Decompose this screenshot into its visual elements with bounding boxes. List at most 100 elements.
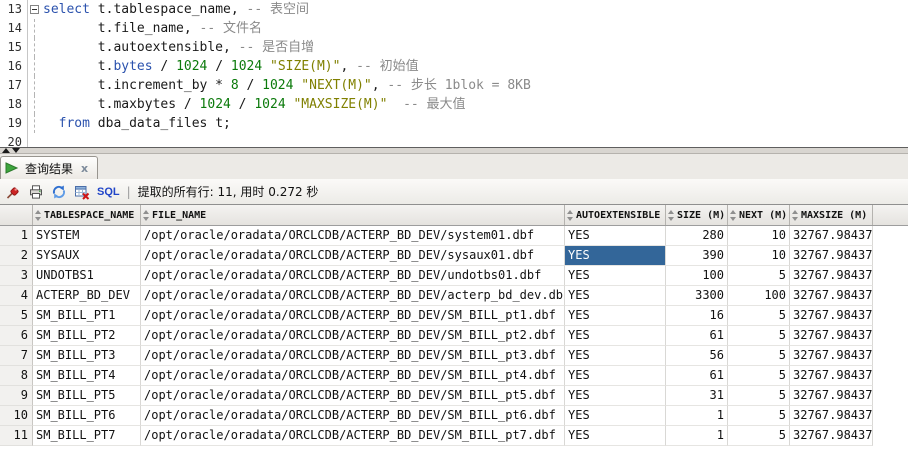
grid-cell[interactable]: 1 [666, 426, 728, 446]
grid-cell[interactable]: 1 [666, 406, 728, 426]
grid-cell[interactable]: /opt/oracle/oradata/ORCLCDB/ACTERP_BD_DE… [141, 226, 565, 246]
column-header[interactable]: TABLESPACE_NAME [33, 205, 141, 225]
grid-cell[interactable]: YES [565, 286, 666, 306]
grid-cell[interactable]: /opt/oracle/oradata/ORCLCDB/ACTERP_BD_DE… [141, 406, 565, 426]
grid-cell[interactable]: 32767.984375 [790, 426, 873, 446]
code-line[interactable]: 13select t.tablespace_name, -- 表空间 [0, 0, 908, 19]
horizontal-splitter[interactable] [0, 147, 908, 154]
grid-cell[interactable]: 56 [666, 346, 728, 366]
grid-cell[interactable]: SM_BILL_PT6 [33, 406, 141, 426]
grid-cell[interactable]: 390 [666, 246, 728, 266]
grid-cell[interactable]: 100 [666, 266, 728, 286]
grid-cell[interactable]: SM_BILL_PT2 [33, 326, 141, 346]
row-number-cell[interactable]: 5 [0, 306, 33, 326]
row-number-cell[interactable]: 11 [0, 426, 33, 446]
grid-cell[interactable]: /opt/oracle/oradata/ORCLCDB/ACTERP_BD_DE… [141, 246, 565, 266]
grid-cell[interactable]: 32767.984375 [790, 246, 873, 266]
grid-cell[interactable]: 100 [728, 286, 790, 306]
grid-cell[interactable]: 32767.984375 [790, 306, 873, 326]
grid-cell[interactable]: YES [565, 266, 666, 286]
grid-cell[interactable]: 5 [728, 386, 790, 406]
grid-cell[interactable]: /opt/oracle/oradata/ORCLCDB/ACTERP_BD_DE… [141, 266, 565, 286]
grid-cell[interactable]: /opt/oracle/oradata/ORCLCDB/ACTERP_BD_DE… [141, 386, 565, 406]
grid-cell[interactable]: 5 [728, 406, 790, 426]
grid-cell[interactable]: 61 [666, 366, 728, 386]
grid-cell[interactable]: 31 [666, 386, 728, 406]
sql-editor[interactable]: 13select t.tablespace_name, -- 表空间14 t.f… [0, 0, 908, 147]
code-line[interactable]: 14 t.file_name, -- 文件名 [0, 19, 908, 38]
row-number-cell[interactable]: 6 [0, 326, 33, 346]
row-number-cell[interactable]: 3 [0, 266, 33, 286]
grid-cell[interactable]: /opt/oracle/oradata/ORCLCDB/ACTERP_BD_DE… [141, 426, 565, 446]
grid-cell[interactable]: 32767.984375 [790, 366, 873, 386]
grid-cell[interactable]: 32767.984375 [790, 386, 873, 406]
grid-cell[interactable]: 5 [728, 306, 790, 326]
grid-cell[interactable]: YES [565, 406, 666, 426]
splitter-collapse-up-icon[interactable] [2, 148, 10, 153]
grid-cell[interactable]: /opt/oracle/oradata/ORCLCDB/ACTERP_BD_DE… [141, 286, 565, 306]
grid-cell[interactable]: YES [565, 226, 666, 246]
grid-cell[interactable]: 280 [666, 226, 728, 246]
code-line[interactable]: 15 t.autoextensible, -- 是否自增 [0, 38, 908, 57]
tab-close-icon[interactable]: x [78, 162, 88, 175]
grid-cell[interactable]: 32767.984375 [790, 226, 873, 246]
grid-cell[interactable]: /opt/oracle/oradata/ORCLCDB/ACTERP_BD_DE… [141, 326, 565, 346]
grid-cell-selected[interactable]: YES [565, 246, 666, 266]
pin-icon[interactable] [5, 184, 21, 200]
print-icon[interactable] [28, 184, 44, 200]
grid-cell[interactable]: ACTERP_BD_DEV [33, 286, 141, 306]
grid-cell[interactable]: YES [565, 326, 666, 346]
grid-cell[interactable]: 10 [728, 226, 790, 246]
column-header[interactable]: SIZE (M) [666, 205, 728, 225]
grid-cell[interactable]: 32767.984375 [790, 286, 873, 306]
grid-cell[interactable]: 5 [728, 346, 790, 366]
clear-results-icon[interactable] [74, 184, 90, 200]
tab-query-result[interactable]: 查询结果 x [0, 156, 98, 179]
column-header[interactable]: AUTOEXTENSIBLE [565, 205, 666, 225]
grid-cell[interactable]: 5 [728, 366, 790, 386]
row-number-cell[interactable]: 1 [0, 226, 33, 246]
grid-cell[interactable]: 32767.984375 [790, 326, 873, 346]
splitter-collapse-down-icon[interactable] [12, 148, 20, 153]
grid-cell[interactable]: SM_BILL_PT4 [33, 366, 141, 386]
grid-cell[interactable]: YES [565, 346, 666, 366]
grid-cell[interactable]: 10 [728, 246, 790, 266]
grid-cell[interactable]: 32767.984375 [790, 346, 873, 366]
grid-cell[interactable]: SM_BILL_PT5 [33, 386, 141, 406]
row-number-cell[interactable]: 9 [0, 386, 33, 406]
column-header[interactable]: FILE_NAME [141, 205, 565, 225]
row-number-cell[interactable]: 7 [0, 346, 33, 366]
grid-cell[interactable]: 5 [728, 266, 790, 286]
grid-cell[interactable]: SYSAUX [33, 246, 141, 266]
column-header[interactable]: MAXSIZE (M) [790, 205, 873, 225]
row-number-cell[interactable]: 8 [0, 366, 33, 386]
grid-cell[interactable]: YES [565, 306, 666, 326]
grid-cell[interactable]: SM_BILL_PT7 [33, 426, 141, 446]
grid-cell[interactable]: 5 [728, 326, 790, 346]
grid-cell[interactable]: UNDOTBS1 [33, 266, 141, 286]
grid-cell[interactable]: 61 [666, 326, 728, 346]
grid-cell[interactable]: SYSTEM [33, 226, 141, 246]
sql-panel-button[interactable]: SQL [97, 186, 120, 198]
code-line[interactable]: 18 t.maxbytes / 1024 / 1024 "MAXSIZE(M)"… [0, 95, 908, 114]
grid-cell[interactable]: 32767.984375 [790, 266, 873, 286]
grid-cell[interactable]: 16 [666, 306, 728, 326]
grid-cell[interactable]: YES [565, 386, 666, 406]
grid-cell[interactable]: /opt/oracle/oradata/ORCLCDB/ACTERP_BD_DE… [141, 306, 565, 326]
grid-cell[interactable]: 32767.984375 [790, 406, 873, 426]
grid-cell[interactable]: SM_BILL_PT3 [33, 346, 141, 366]
grid-cell[interactable]: /opt/oracle/oradata/ORCLCDB/ACTERP_BD_DE… [141, 346, 565, 366]
column-header[interactable]: NEXT (M) [728, 205, 790, 225]
code-line[interactable]: 16 t.bytes / 1024 / 1024 "SIZE(M)", -- 初… [0, 57, 908, 76]
code-line[interactable]: 17 t.increment_by * 8 / 1024 "NEXT(M)", … [0, 76, 908, 95]
code-line[interactable]: 19 from dba_data_files t; [0, 114, 908, 133]
grid-cell[interactable]: /opt/oracle/oradata/ORCLCDB/ACTERP_BD_DE… [141, 366, 565, 386]
refresh-icon[interactable] [51, 184, 67, 200]
grid-cell[interactable]: YES [565, 366, 666, 386]
row-number-cell[interactable]: 4 [0, 286, 33, 306]
code-line[interactable]: 20 [0, 133, 908, 147]
grid-cell[interactable]: YES [565, 426, 666, 446]
grid-cell[interactable]: SM_BILL_PT1 [33, 306, 141, 326]
row-number-cell[interactable]: 10 [0, 406, 33, 426]
row-number-cell[interactable]: 2 [0, 246, 33, 266]
